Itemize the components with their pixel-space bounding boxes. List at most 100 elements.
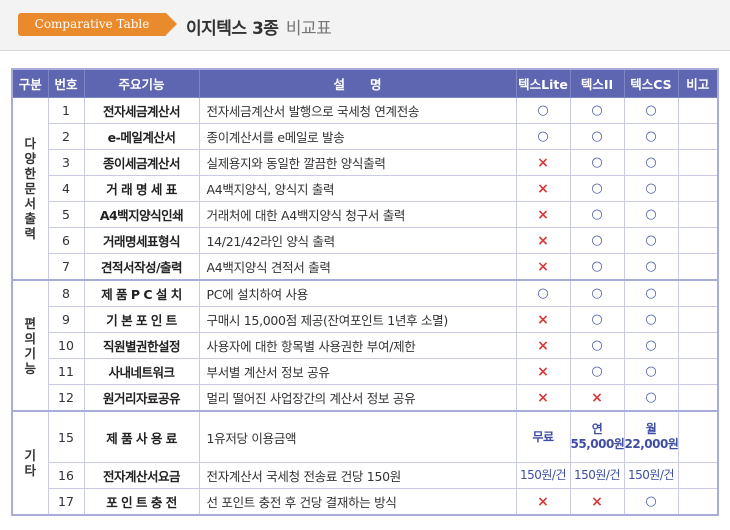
feature-name: 사내네트워크 bbox=[83, 358, 200, 385]
note-cell bbox=[677, 227, 719, 254]
two-cell: ○ bbox=[569, 306, 625, 333]
category-char: 능 bbox=[24, 360, 36, 376]
table-row: 5 A4백지양식인쇄 거래처에 대한 A4백지양식 청구서 출력 × ○ ○ bbox=[12, 201, 719, 228]
price-amount: 55,000원 bbox=[570, 437, 624, 451]
table-row: 다 양 한 문 서 출 력 1 전자세금계산서 전자세금계산서 발행으로 국세청… bbox=[11, 97, 719, 281]
row-number: 17 bbox=[47, 488, 85, 516]
note-cell bbox=[677, 384, 719, 412]
table-row: 3 종이세금계산서 실제용지와 동일한 깔끔한 양식출력 × ○ ○ bbox=[12, 149, 719, 176]
cs-cell: 월 22,000원 bbox=[623, 410, 679, 463]
note-cell bbox=[677, 175, 719, 202]
table-header-row: 구분 번호 주요기능 설 명 텍스Lite 텍스II 텍스CS 비고 bbox=[11, 68, 719, 98]
category-char: 서 bbox=[24, 196, 36, 211]
cs-cell: ○ bbox=[623, 358, 679, 385]
two-cell: ○ bbox=[569, 332, 625, 359]
note-cell bbox=[677, 149, 719, 176]
feature-description: 14/21/42라인 양식 출력 bbox=[198, 227, 517, 254]
category-etc: 기 타 bbox=[11, 410, 49, 516]
table-row: 11 사내네트워크 부서별 계산서 정보 공유 × ○ ○ bbox=[12, 358, 719, 385]
feature-name: 거 래 명 세 표 bbox=[83, 175, 200, 202]
table-row: 2 e-메일계산서 종이계산서를 e메일로 발송 ○ ○ ○ bbox=[12, 123, 719, 150]
page-title-suffix: 비교표 bbox=[285, 19, 332, 39]
table-row: 편 의 기 능 8 제 품 P C 설 치 PC에 설치하여 사용 ○ ○ ○ bbox=[11, 279, 719, 412]
lite-cell: 무료 bbox=[515, 410, 571, 463]
row-number: 15 bbox=[47, 410, 85, 463]
section-tag: Comparative Table bbox=[18, 13, 177, 36]
row-number: 6 bbox=[47, 227, 85, 254]
row-number: 7 bbox=[47, 253, 85, 281]
lite-cell: × bbox=[515, 253, 571, 281]
feature-description: 선 포인트 충전 후 건당 결재하는 방식 bbox=[198, 488, 517, 516]
feature-name: 제 품 사 용 료 bbox=[83, 410, 200, 463]
feature-name: 종이세금계산서 bbox=[83, 149, 200, 176]
feature-description: 거래처에 대한 A4백지양식 청구서 출력 bbox=[198, 201, 517, 228]
category-char: 문 bbox=[24, 181, 36, 196]
two-cell: ○ bbox=[569, 149, 625, 176]
row-number: 3 bbox=[47, 149, 85, 176]
feature-description: 실제용지와 동일한 깔끔한 양식출력 bbox=[198, 149, 517, 176]
price-period: 연 bbox=[591, 422, 603, 436]
cs-cell: ○ bbox=[623, 201, 679, 228]
note-cell bbox=[677, 488, 719, 516]
category-char: 다 bbox=[24, 136, 36, 151]
lite-cell: × bbox=[515, 175, 571, 202]
page-header: Comparative Table 이지텍스 3종 비교표 bbox=[0, 0, 730, 51]
feature-description: 구매시 15,000점 제공(잔여포인트 1년후 소멸) bbox=[198, 306, 517, 333]
note-cell bbox=[677, 410, 719, 463]
table-row: 9 기 본 포 인 트 구매시 15,000점 제공(잔여포인트 1년후 소멸)… bbox=[12, 306, 719, 333]
category-char: 의 bbox=[24, 330, 36, 346]
feature-description: 전자계산서 국세청 전송료 건당 150원 bbox=[198, 462, 517, 489]
cs-cell: ○ bbox=[623, 279, 679, 307]
col-header-number: 번호 bbox=[47, 68, 85, 98]
note-cell bbox=[677, 332, 719, 359]
table-row: 기 타 15 제 품 사 용 료 1유저당 이용금액 무료 연 55,000원 … bbox=[11, 410, 719, 516]
table-row: 6 거래명세표형식 14/21/42라인 양식 출력 × ○ ○ bbox=[12, 227, 719, 254]
two-cell: ○ bbox=[569, 227, 625, 254]
lite-cell: × bbox=[515, 358, 571, 385]
category-char: 출 bbox=[24, 211, 36, 226]
note-cell bbox=[677, 201, 719, 228]
category-document-output: 다 양 한 문 서 출 력 bbox=[11, 97, 49, 281]
col-header-cs: 텍스CS bbox=[623, 68, 679, 98]
col-header-category: 구분 bbox=[11, 68, 49, 98]
feature-name: 원거리자료공유 bbox=[83, 384, 200, 412]
page-title-main: 이지텍스 3종 bbox=[186, 19, 279, 39]
two-cell: ○ bbox=[569, 123, 625, 150]
category-char: 양 bbox=[24, 151, 36, 166]
feature-name: 기 본 포 인 트 bbox=[83, 306, 200, 333]
row-number: 12 bbox=[47, 384, 85, 412]
lite-cell: 150원/건 bbox=[515, 462, 571, 489]
cs-cell: ○ bbox=[623, 227, 679, 254]
row-number: 11 bbox=[47, 358, 85, 385]
category-char: 타 bbox=[24, 463, 36, 478]
two-cell: ○ bbox=[569, 279, 625, 307]
feature-description: 사용자에 대한 항목별 사용권한 부여/제한 bbox=[198, 332, 517, 359]
lite-cell: × bbox=[515, 332, 571, 359]
feature-name: 전자계산서요금 bbox=[83, 462, 200, 489]
category-char: 편 bbox=[24, 315, 36, 331]
table-row: 12 원거리자료공유 멀리 떨어진 사업장간의 계산서 정보 공유 × × ○ bbox=[12, 384, 719, 412]
two-cell: ○ bbox=[569, 175, 625, 202]
row-number: 5 bbox=[47, 201, 85, 228]
row-number: 1 bbox=[47, 97, 85, 124]
feature-name: e-메일계산서 bbox=[83, 123, 200, 150]
note-cell bbox=[677, 123, 719, 150]
lite-cell: ○ bbox=[515, 279, 571, 307]
table-row: 10 직원별권한설정 사용자에 대한 항목별 사용권한 부여/제한 × ○ ○ bbox=[12, 332, 719, 359]
feature-description: 부서별 계산서 정보 공유 bbox=[198, 358, 517, 385]
lite-cell: × bbox=[515, 488, 571, 516]
feature-name: 거래명세표형식 bbox=[83, 227, 200, 254]
two-cell: 150원/건 bbox=[569, 462, 625, 489]
two-cell: × bbox=[569, 384, 625, 412]
row-number: 8 bbox=[47, 279, 85, 307]
cs-cell: 150원/건 bbox=[623, 462, 679, 489]
note-cell bbox=[677, 358, 719, 385]
cs-cell: ○ bbox=[623, 149, 679, 176]
feature-description: A4백지양식, 양식지 출력 bbox=[198, 175, 517, 202]
lite-cell: × bbox=[515, 201, 571, 228]
col-header-lite: 텍스Lite bbox=[515, 68, 571, 98]
feature-description: PC에 설치하여 사용 bbox=[198, 279, 517, 307]
row-number: 16 bbox=[47, 462, 85, 489]
cs-cell: ○ bbox=[623, 306, 679, 333]
feature-name: 포 인 트 충 전 bbox=[83, 488, 200, 516]
